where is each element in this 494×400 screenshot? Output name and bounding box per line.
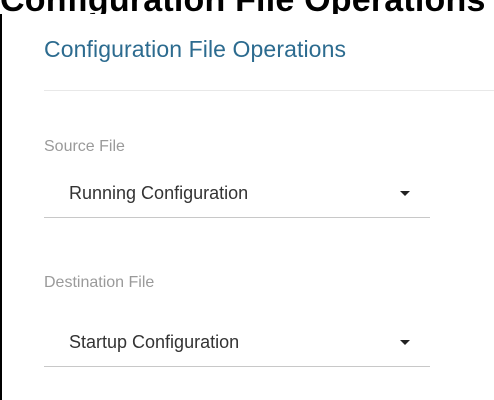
- destination-file-select[interactable]: Startup Configuration: [44, 317, 430, 367]
- source-file-label: Source File: [44, 138, 125, 155]
- title-divider: [44, 90, 494, 91]
- panel-title: Configuration File Operations: [44, 36, 347, 62]
- source-file-select[interactable]: Running Configuration: [44, 168, 430, 218]
- chevron-down-icon: [400, 340, 410, 345]
- configuration-file-operations-panel: Configuration File Operations Source Fil…: [0, 14, 494, 400]
- destination-file-selected-value: Startup Configuration: [69, 332, 240, 352]
- destination-file-label: Destination File: [44, 274, 155, 291]
- chevron-down-icon: [400, 191, 410, 196]
- source-file-selected-value: Running Configuration: [69, 183, 249, 203]
- cropped-section-heading: Configuration File Operations: [0, 0, 494, 14]
- cropped-section-heading-text: Configuration File Operations: [0, 0, 486, 14]
- configuration-file-operations-page: Configuration File Operations Configurat…: [0, 0, 494, 400]
